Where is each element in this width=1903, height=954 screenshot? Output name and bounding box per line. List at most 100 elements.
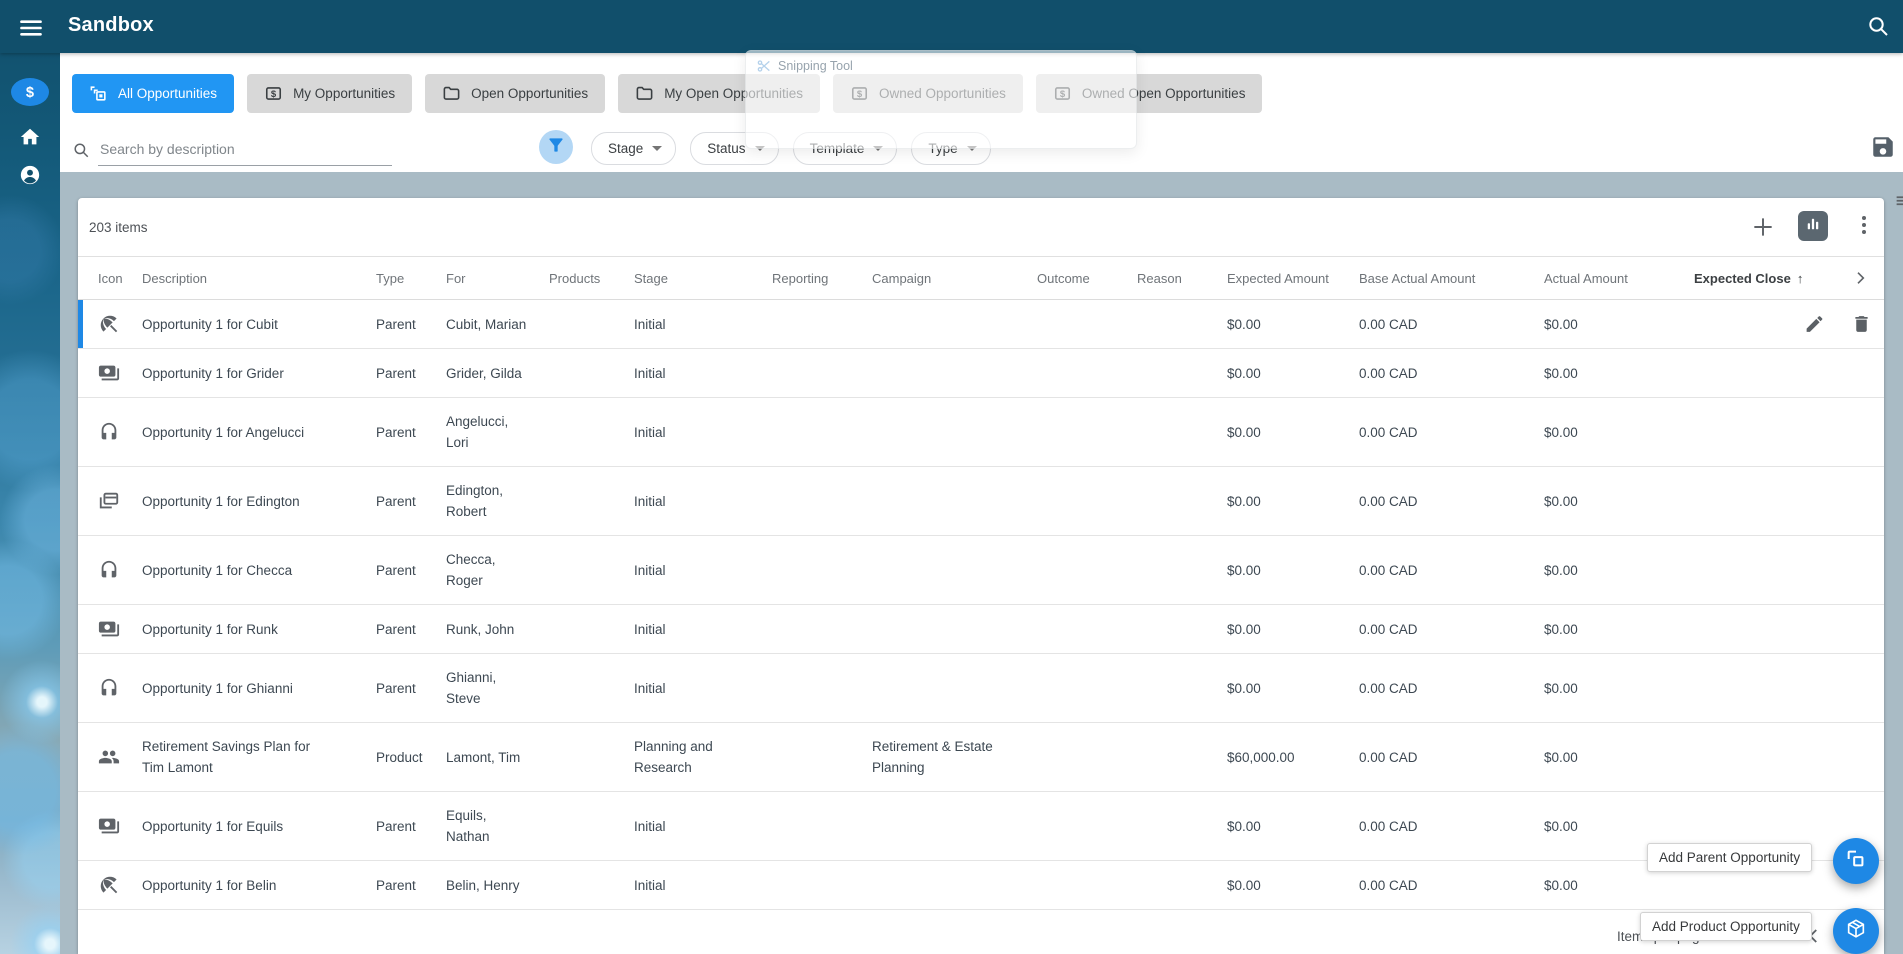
add-product-opportunity-button[interactable] [1833, 908, 1879, 954]
search-icon [72, 141, 90, 159]
bar-chart-icon [1804, 215, 1822, 238]
cell-campaign [872, 861, 1037, 909]
table-row[interactable]: Opportunity 1 for Ghianni Parent Ghianni, … [78, 654, 1884, 723]
snipping-tool-window[interactable]: Snipping Tool [745, 50, 1137, 149]
cell-products [549, 792, 634, 860]
cell-actual-amount: $0.00 [1544, 680, 1578, 696]
cell-stage: Initial [634, 316, 666, 332]
column-header-icon[interactable]: Icon [98, 271, 142, 286]
filter-chip-stage[interactable]: Stage [591, 132, 677, 165]
cell-type: Parent [376, 818, 416, 834]
column-header-outcome[interactable]: Outcome [1037, 271, 1137, 286]
save-view-button[interactable] [1870, 134, 1896, 160]
cell-expected-close [1694, 654, 1884, 722]
cell-actual-amount: $0.00 [1544, 424, 1578, 440]
cell-actual-amount: $0.00 [1544, 749, 1578, 765]
sort-ascending-icon: ↑ [1796, 270, 1804, 286]
table-row[interactable]: Opportunity 1 for Edington Parent Edington… [78, 467, 1884, 536]
table-row[interactable]: Opportunity 1 for Checca Parent Checca, Ro… [78, 536, 1884, 605]
headset-icon [98, 536, 142, 604]
sidebar-item-opportunities[interactable]: $ [0, 78, 60, 106]
column-header-actual-amount[interactable]: Actual Amount [1544, 271, 1694, 286]
cell-reporting [772, 536, 872, 604]
table-row[interactable]: Opportunity 1 for Belin Parent Belin, Henr… [78, 861, 1884, 910]
chip-label: Stage [608, 141, 644, 156]
cell-base-actual-amount: 0.00 CAD [1359, 424, 1418, 440]
sidebar-item-account[interactable] [0, 164, 60, 186]
column-header-description[interactable]: Description [142, 271, 376, 286]
edit-button[interactable] [1804, 314, 1825, 335]
column-header-type[interactable]: Type [376, 271, 446, 286]
cell-reporting [772, 300, 872, 348]
add-icon[interactable] [1750, 214, 1776, 240]
cell-description: Opportunity 1 for Edington [142, 493, 300, 509]
cell-products [549, 349, 634, 397]
scroll-columns-right-button[interactable] [1852, 270, 1868, 286]
table-row[interactable]: Opportunity 1 for Cubit Parent Cubit, Mari… [78, 300, 1884, 349]
cell-for: Runk, John [446, 621, 515, 637]
filter-funnel-button[interactable] [539, 130, 573, 164]
cell-description: Opportunity 1 for Cubit [142, 316, 278, 332]
cell-type: Parent [376, 365, 416, 381]
hamburger-menu-icon[interactable] [18, 15, 44, 39]
cell-stage: Initial [634, 621, 666, 637]
table-more-button[interactable] [1852, 213, 1876, 239]
funnel-icon [546, 135, 566, 160]
cell-reason [1137, 723, 1227, 791]
column-header-stage[interactable]: Stage [634, 271, 772, 286]
table-row[interactable]: Opportunity 1 for Runk Parent Runk, John In… [78, 605, 1884, 654]
items-count: 203 items [89, 220, 148, 235]
snipping-tool-title: Snipping Tool [778, 59, 853, 73]
chip-label: Status [707, 141, 746, 156]
column-header-reporting[interactable]: Reporting [772, 271, 872, 286]
cube-icon [1845, 918, 1867, 945]
search-input[interactable] [98, 133, 392, 166]
cell-description: Opportunity 1 for Angelucci [142, 424, 305, 440]
playlist-add-icon[interactable] [1894, 192, 1903, 213]
cell-base-actual-amount: 0.00 CAD [1359, 877, 1418, 893]
table-row[interactable]: Retirement Savings Plan for Tim Lamont Pr… [78, 723, 1884, 792]
table-row[interactable]: Opportunity 1 for Angelucci Parent Angeluc… [78, 398, 1884, 467]
cell-stage: Planning and Research [634, 739, 713, 775]
cell-expected-close [1694, 349, 1884, 397]
dollar-icon: $ [11, 78, 49, 106]
cell-products [549, 300, 634, 348]
cell-expected-amount: $0.00 [1227, 621, 1261, 637]
cell-products [549, 398, 634, 466]
top-bar: Sandbox [0, 0, 1903, 53]
analytics-toggle-button[interactable] [1798, 211, 1828, 241]
table-row[interactable]: Opportunity 1 for Grider Parent Grider, Gi… [78, 349, 1884, 398]
cell-base-actual-amount: 0.00 CAD [1359, 749, 1418, 765]
cell-type: Parent [376, 877, 416, 893]
cell-type: Product [376, 749, 423, 765]
opportunities-table-card: 203 items Icon Description Type For Prod… [78, 198, 1884, 954]
cell-for: Edington, Robert [446, 483, 504, 519]
cell-base-actual-amount: 0.00 CAD [1359, 493, 1418, 509]
table-header-row: Icon Description Type For Products Stage… [78, 257, 1884, 300]
cell-stage: Initial [634, 424, 666, 440]
column-header-for[interactable]: For [446, 271, 549, 286]
svg-text:$: $ [26, 85, 34, 101]
payments-icon [98, 349, 142, 397]
cell-products [549, 723, 634, 791]
column-header-expected-amount[interactable]: Expected Amount [1227, 271, 1359, 286]
search-icon[interactable] [1866, 14, 1890, 38]
sidebar: $ [0, 0, 60, 954]
cell-actual-amount: $0.00 [1544, 316, 1578, 332]
cell-base-actual-amount: 0.00 CAD [1359, 365, 1418, 381]
cell-expected-close [1694, 467, 1884, 535]
column-header-products[interactable]: Products [549, 271, 634, 286]
add-parent-opportunity-button[interactable] [1833, 838, 1879, 884]
cell-for: Equils, Nathan [446, 808, 490, 844]
column-header-reason[interactable]: Reason [1137, 271, 1227, 286]
cell-reporting [772, 398, 872, 466]
table-row[interactable]: Opportunity 1 for Equils Parent Equils, Na… [78, 792, 1884, 861]
cell-expected-amount: $0.00 [1227, 316, 1261, 332]
column-header-base-actual-amount[interactable]: Base Actual Amount [1359, 271, 1544, 286]
sidebar-item-home[interactable] [0, 126, 60, 148]
column-header-campaign[interactable]: Campaign [872, 271, 1037, 286]
headset-icon [98, 398, 142, 466]
delete-button[interactable] [1851, 314, 1872, 335]
cell-expected-close [1694, 398, 1884, 466]
cell-campaign [872, 349, 1037, 397]
